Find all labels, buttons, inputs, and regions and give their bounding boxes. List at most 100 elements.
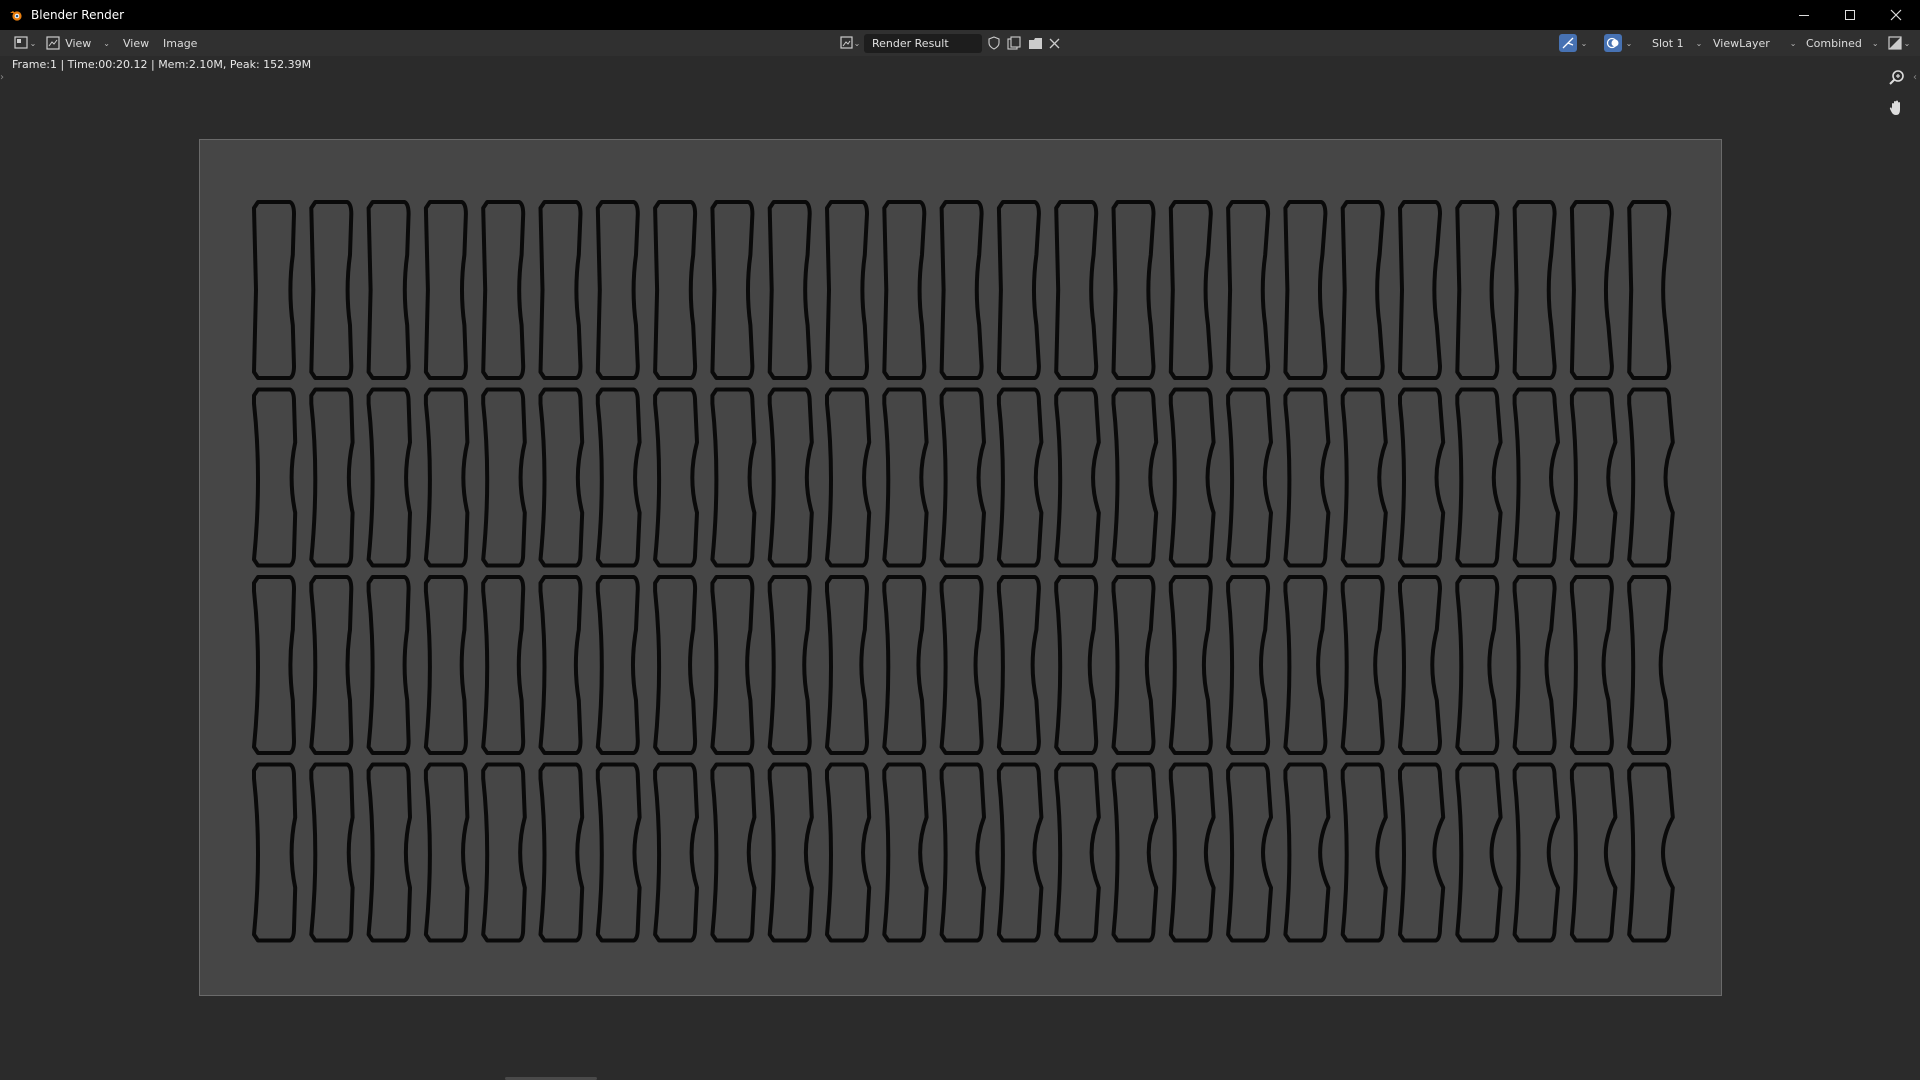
gizmo-toggle[interactable]: ⌄ bbox=[1555, 33, 1591, 53]
slot-dropdown[interactable]: Slot 1 ⌄ bbox=[1652, 33, 1706, 53]
chevron-down-icon: ⌄ bbox=[1789, 38, 1797, 48]
profile-outline bbox=[1340, 387, 1388, 568]
chevron-down-icon: ⌄ bbox=[29, 38, 37, 48]
profile-outline bbox=[366, 200, 411, 380]
profile-outline bbox=[423, 762, 470, 943]
profile-outline bbox=[481, 387, 527, 568]
profile-outline bbox=[1283, 387, 1331, 568]
profile-outline bbox=[595, 762, 642, 943]
profile-outline bbox=[481, 200, 526, 380]
overlay-toggle[interactable]: ⌄ bbox=[1600, 33, 1636, 53]
profile-outline bbox=[538, 575, 583, 755]
chevron-down-icon: ⌄ bbox=[1903, 38, 1911, 48]
profile-outline bbox=[653, 200, 698, 380]
profile-outline bbox=[1512, 200, 1557, 380]
profile-outline bbox=[653, 762, 699, 943]
profile-outline bbox=[366, 387, 412, 568]
profile-outline bbox=[1455, 575, 1500, 755]
profile-outline bbox=[366, 762, 412, 943]
blender-window: Blender Render ⌄ View ⌄ View Image ⌄ Ren… bbox=[0, 0, 1920, 1080]
profile-outline bbox=[996, 762, 1044, 943]
profile-outline bbox=[825, 200, 869, 380]
profile-outline bbox=[1283, 762, 1331, 943]
chevron-down-icon: ⌄ bbox=[103, 38, 110, 48]
profile-outline bbox=[423, 387, 470, 568]
profile-outline bbox=[996, 575, 1041, 755]
unlink-image-button[interactable] bbox=[1045, 33, 1063, 53]
editor-type-dropdown[interactable]: ⌄ bbox=[10, 33, 40, 53]
profile-outline bbox=[767, 200, 812, 380]
open-image-button[interactable] bbox=[1025, 33, 1045, 53]
close-icon bbox=[1890, 9, 1902, 21]
render-stats: Frame:1 | Time:00:20.12 | Mem:2.10M, Pea… bbox=[12, 58, 312, 71]
image-editor-header: ⌄ View ⌄ View Image ⌄ Render Result ⌄ ⌄ … bbox=[0, 30, 1920, 56]
fake-user-button[interactable] bbox=[985, 33, 1003, 53]
profile-outline bbox=[1627, 200, 1672, 380]
overlay-icon bbox=[1603, 34, 1622, 52]
gizmo-icon bbox=[1558, 34, 1577, 52]
profile-outline bbox=[996, 387, 1044, 568]
profile-outline bbox=[252, 762, 298, 943]
profile-outline bbox=[1340, 762, 1388, 943]
profile-outline bbox=[710, 200, 755, 380]
profile-outline bbox=[1054, 762, 1101, 943]
profile-outline bbox=[538, 762, 585, 943]
profile-outline bbox=[1569, 387, 1618, 568]
profile-outline bbox=[309, 762, 355, 943]
profile-outline bbox=[767, 387, 814, 568]
render-result-image[interactable] bbox=[199, 139, 1722, 996]
rendered-profiles bbox=[252, 200, 1675, 943]
close-window-button[interactable] bbox=[1873, 0, 1919, 30]
profile-outline bbox=[710, 387, 757, 568]
profile-outline bbox=[939, 200, 984, 380]
blender-logo-icon bbox=[9, 7, 25, 23]
maximize-icon bbox=[1845, 10, 1855, 20]
minimize-button[interactable] bbox=[1781, 0, 1827, 30]
duplicate-icon bbox=[1007, 36, 1021, 50]
maximize-button[interactable] bbox=[1827, 0, 1873, 30]
profile-outline bbox=[309, 575, 354, 755]
profile-outline bbox=[882, 762, 929, 943]
view-mode-dropdown[interactable]: View ⌄ bbox=[46, 33, 110, 53]
chevron-down-icon: ⌄ bbox=[853, 38, 861, 48]
toolbar-expand-icon[interactable]: › bbox=[0, 72, 4, 83]
profile-outline bbox=[1054, 200, 1099, 380]
pan-button[interactable] bbox=[1884, 95, 1910, 121]
profile-outline bbox=[1627, 387, 1675, 568]
profile-outline bbox=[1398, 575, 1442, 755]
zoom-button[interactable] bbox=[1884, 65, 1910, 91]
profile-outline bbox=[1168, 200, 1213, 380]
profile-outline bbox=[939, 762, 986, 943]
profile-outline bbox=[1398, 200, 1442, 380]
browse-image-dropdown[interactable]: ⌄ bbox=[836, 33, 864, 53]
menu-image[interactable]: Image bbox=[163, 33, 197, 53]
display-channels-dropdown[interactable]: ⌄ bbox=[1884, 33, 1914, 53]
profile-outline bbox=[1569, 762, 1618, 943]
profile-outline bbox=[252, 575, 296, 755]
profile-outline bbox=[1111, 762, 1159, 943]
render-pass-dropdown[interactable]: Combined ⌄ bbox=[1806, 33, 1879, 53]
profile-outline bbox=[1398, 762, 1446, 943]
chevron-down-icon: ⌄ bbox=[1580, 38, 1588, 48]
chevron-down-icon: ⌄ bbox=[1625, 38, 1633, 48]
render-pass-label: Combined bbox=[1806, 36, 1862, 50]
menu-view[interactable]: View bbox=[123, 33, 149, 53]
image-name-field[interactable]: Render Result bbox=[864, 34, 982, 53]
profile-outline bbox=[825, 762, 872, 943]
profile-outline bbox=[595, 200, 640, 380]
profile-outline bbox=[481, 762, 527, 943]
sidebar-expand-icon[interactable]: ‹ bbox=[1913, 72, 1917, 83]
slot-label: Slot 1 bbox=[1652, 36, 1684, 50]
zoom-icon bbox=[1889, 70, 1904, 85]
profile-outline bbox=[1111, 200, 1156, 380]
profile-outline bbox=[481, 575, 526, 755]
profile-outline bbox=[1054, 575, 1099, 755]
profile-outline bbox=[653, 575, 698, 755]
profile-outline bbox=[252, 387, 298, 568]
new-image-button[interactable] bbox=[1005, 33, 1023, 53]
profile-outline bbox=[1455, 200, 1500, 380]
profile-outline bbox=[1283, 200, 1328, 380]
profile-outline bbox=[1168, 387, 1216, 568]
view-layer-dropdown[interactable]: ViewLayer ⌄ bbox=[1713, 33, 1799, 53]
profile-outline bbox=[1226, 200, 1271, 380]
